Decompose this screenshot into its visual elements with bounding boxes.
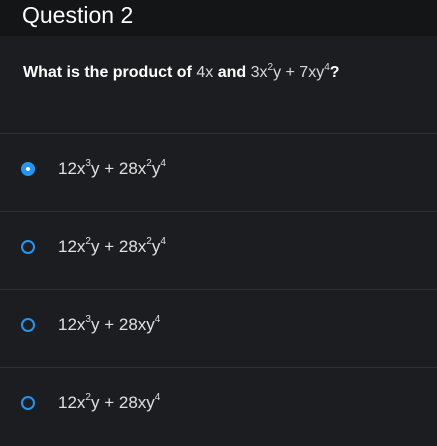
prompt-expression: 3x2y + 7xy4 bbox=[250, 62, 330, 82]
radio-button-icon[interactable] bbox=[21, 240, 35, 254]
radio-button-icon[interactable] bbox=[21, 162, 35, 176]
prompt-connector: and bbox=[217, 64, 247, 81]
question-title: Question 2 bbox=[22, 2, 134, 28]
prompt-term1: 4x bbox=[196, 64, 214, 81]
prompt-prefix: What is the product of bbox=[23, 64, 192, 81]
answer-option-1[interactable]: 12x3y + 28x2y4 bbox=[0, 134, 437, 210]
answer-option-text: 12x3y + 28x2y4 bbox=[58, 158, 166, 179]
radio-button-icon[interactable] bbox=[21, 318, 35, 332]
answer-option-text: 12x3y + 28xy4 bbox=[58, 314, 161, 335]
answer-option-text: 12x2y + 28x2y4 bbox=[58, 236, 166, 257]
answer-option-text: 12x2y + 28xy4 bbox=[58, 392, 161, 413]
prompt-suffix: ? bbox=[329, 64, 340, 81]
answer-option-4[interactable]: 12x2y + 28xy4 bbox=[0, 368, 437, 444]
answer-option-2[interactable]: 12x2y + 28x2y4 bbox=[0, 212, 437, 288]
question-prompt: What is the product of 4x and 3x2y + 7xy… bbox=[23, 62, 340, 82]
answer-option-3[interactable]: 12x3y + 28xy4 bbox=[0, 290, 437, 366]
question-header: Question 2 bbox=[0, 0, 437, 36]
radio-button-icon[interactable] bbox=[21, 396, 35, 410]
quiz-page: Question 2 What is the product of 4x and… bbox=[0, 0, 437, 446]
